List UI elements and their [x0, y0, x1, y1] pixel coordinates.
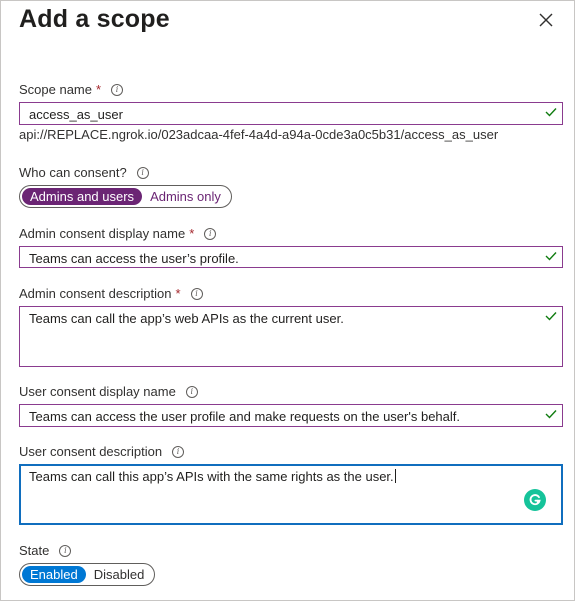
scope-uri: api://REPLACE.ngrok.io/023adcaa-4fef-4a4…	[19, 127, 499, 142]
state-toggle[interactable]: Enabled Disabled	[19, 563, 155, 586]
info-icon[interactable]: i	[111, 83, 124, 96]
scope-name-value: access_as_user	[29, 107, 123, 122]
checkmark-icon	[545, 108, 557, 117]
who-can-consent-label: Who can consent? i	[19, 165, 149, 180]
checkmark-icon	[545, 252, 557, 261]
user-consent-display-name-label: User consent display name i	[19, 384, 198, 399]
scope-name-label-text: Scope name	[19, 82, 92, 97]
admin-consent-display-name-label-text: Admin consent display name	[19, 226, 186, 241]
user-consent-display-name-value: Teams can access the user profile and ma…	[29, 409, 460, 424]
panel-title: Add a scope	[19, 5, 170, 33]
state-label: State i	[19, 543, 72, 558]
user-consent-description-textarea[interactable]: Teams can call this app’s APIs with the …	[19, 464, 563, 525]
admin-consent-description-value: Teams can call the app’s web APIs as the…	[29, 311, 344, 326]
who-can-consent-label-text: Who can consent?	[19, 165, 127, 180]
option-enabled[interactable]: Enabled	[22, 566, 86, 583]
admin-consent-display-name-label: Admin consent display name * i	[19, 226, 217, 241]
admin-consent-display-name-value: Teams can access the user’s profile.	[29, 251, 239, 266]
required-mark: *	[96, 82, 102, 97]
option-admins-only[interactable]: Admins only	[142, 188, 229, 205]
scope-name-input[interactable]: access_as_user	[19, 102, 563, 125]
info-icon[interactable]: i	[59, 544, 72, 557]
admin-consent-description-label: Admin consent description * i	[19, 286, 203, 301]
option-admins-and-users[interactable]: Admins and users	[22, 188, 143, 205]
grammarly-g-glyph	[529, 494, 541, 506]
required-mark: *	[175, 286, 181, 301]
user-consent-description-text: Teams can call this app’s APIs with the …	[29, 469, 394, 484]
checkmark-icon	[545, 410, 557, 419]
info-icon[interactable]: i	[204, 227, 217, 240]
info-icon[interactable]: i	[172, 445, 185, 458]
add-scope-panel: Add a scope Scope name * i access_as_use…	[0, 0, 575, 601]
text-caret	[394, 469, 396, 483]
user-consent-description-label: User consent description i	[19, 444, 185, 459]
user-consent-description-label-text: User consent description	[19, 444, 163, 459]
state-label-text: State	[19, 543, 50, 558]
who-can-consent-toggle[interactable]: Admins and users Admins only	[19, 185, 232, 208]
close-button[interactable]	[535, 9, 557, 31]
grammarly-icon[interactable]	[524, 489, 546, 511]
admin-consent-description-textarea[interactable]: Teams can call the app’s web APIs as the…	[19, 306, 563, 367]
required-mark: *	[189, 226, 195, 241]
option-disabled[interactable]: Disabled	[86, 566, 153, 583]
info-icon[interactable]: i	[190, 287, 203, 300]
admin-consent-display-name-input[interactable]: Teams can access the user’s profile.	[19, 246, 563, 268]
user-consent-description-value: Teams can call this app’s APIs with the …	[29, 469, 396, 484]
user-consent-display-name-label-text: User consent display name	[19, 384, 176, 399]
admin-consent-description-label-text: Admin consent description	[19, 286, 172, 301]
info-icon[interactable]: i	[136, 166, 149, 179]
scope-name-label: Scope name * i	[19, 82, 124, 97]
info-icon[interactable]: i	[185, 385, 198, 398]
checkmark-icon	[545, 312, 557, 321]
close-icon	[539, 13, 553, 27]
user-consent-display-name-input[interactable]: Teams can access the user profile and ma…	[19, 404, 563, 427]
